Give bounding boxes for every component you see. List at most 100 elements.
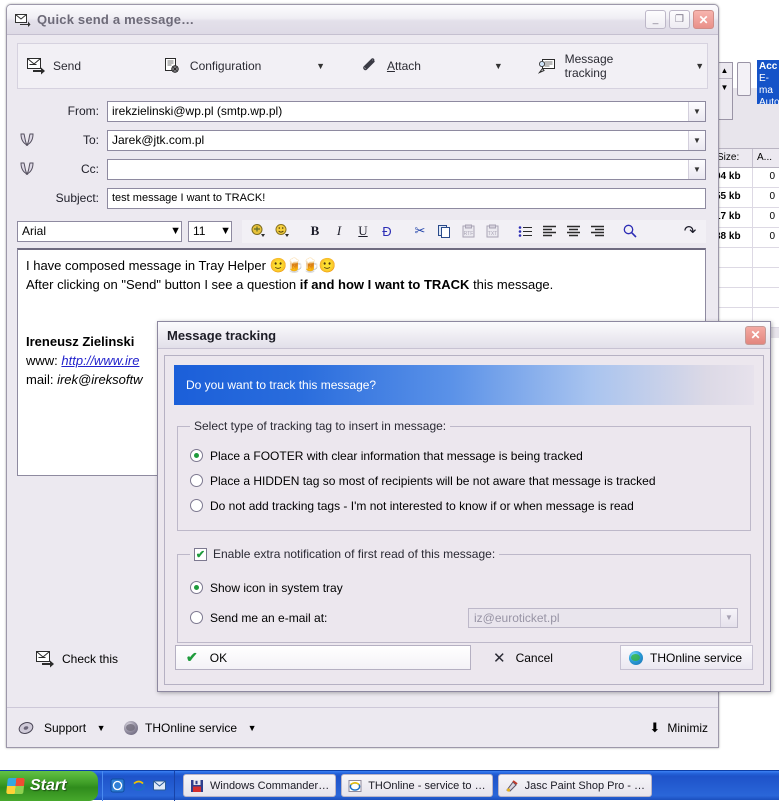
outlook-express-icon[interactable] — [151, 777, 168, 794]
ok-button[interactable]: ✔ OK — [175, 645, 471, 670]
highlight-color-icon[interactable] — [270, 221, 294, 242]
close-button[interactable]: ✕ — [693, 10, 714, 29]
column-header-a[interactable]: A... — [753, 149, 779, 167]
enable-extra-notification-checkbox[interactable]: ✔ — [194, 547, 207, 561]
scroll-down-icon[interactable]: ▼ — [717, 79, 732, 95]
chevron-down-icon[interactable]: ▼ — [92, 723, 110, 733]
internet-explorer-icon[interactable] — [130, 777, 147, 794]
italic-button[interactable]: I — [327, 221, 351, 242]
table-row[interactable] — [713, 248, 779, 268]
strikethrough-button[interactable]: Ð — [375, 221, 399, 242]
configuration-icon — [163, 57, 183, 75]
chevron-down-icon[interactable]: ▼ — [688, 101, 705, 121]
radio-system-tray-indicator[interactable] — [190, 581, 203, 594]
align-left-button[interactable] — [537, 221, 561, 242]
paperclip-icon — [360, 57, 380, 75]
maximize-button[interactable]: ❐ — [669, 10, 690, 29]
bullet-list-button[interactable] — [513, 221, 537, 242]
cut-button[interactable]: ✂ — [408, 221, 432, 242]
task-button-thonline[interactable]: THOnline - service to … — [341, 774, 493, 797]
chevron-down-icon[interactable]: ▼ — [688, 130, 705, 150]
scroll-up-icon[interactable]: ▲ — [717, 63, 732, 79]
font-family-value: Arial — [22, 224, 47, 238]
to-field[interactable]: Jarek@jtk.com.pl ▼ — [107, 129, 706, 151]
font-family-select[interactable]: Arial ▼ — [17, 220, 182, 242]
chevron-down-icon[interactable]: ▼ — [243, 723, 261, 733]
table-row[interactable]: 38 kb 0 — [713, 228, 779, 248]
radio-option-system-tray[interactable]: Show icon in system tray — [190, 575, 738, 600]
task-button-paint-shop-pro[interactable]: Jasc Paint Shop Pro - … — [497, 774, 653, 797]
table-row[interactable] — [713, 268, 779, 288]
thonline-label: THOnline service — [145, 720, 238, 735]
radio-option-footer[interactable]: Place a FOOTER with clear information th… — [190, 443, 738, 468]
subject-input[interactable]: test message I want to TRACK! — [107, 187, 706, 209]
svg-text:TXT: TXT — [487, 231, 496, 237]
toolbar-button-configuration[interactable]: Configuration — [155, 44, 269, 88]
copy-button[interactable] — [432, 221, 456, 242]
toolbar-label-message-tracking: Message tracking — [564, 52, 614, 80]
account-selected-item[interactable]: Acc E-ma Auto — [757, 60, 779, 104]
main-toolbar: Send Configuration ▼ Attach ▼ Message tr… — [17, 43, 708, 89]
table-row[interactable]: 04 kb 0 — [713, 168, 779, 188]
table-row[interactable]: 17 kb 0 — [713, 208, 779, 228]
underline-button[interactable]: U — [351, 221, 375, 242]
radio-email-indicator[interactable] — [190, 611, 203, 624]
table-row[interactable] — [713, 288, 779, 308]
toolbar-button-attach[interactable]: Attach — [352, 44, 429, 88]
close-icon[interactable]: ✕ — [745, 325, 766, 345]
bold-button[interactable]: B — [303, 221, 327, 242]
paste-txt-button[interactable]: TXT — [480, 221, 504, 242]
redo-button[interactable]: ↷ — [678, 221, 702, 242]
thonline-service-button[interactable]: THOnline service — [124, 720, 238, 735]
toolbar-button-message-tracking[interactable]: Message tracking — [530, 44, 657, 88]
dialog-titlebar[interactable]: Message tracking ✕ — [158, 322, 770, 349]
cell-a: 0 — [769, 231, 775, 242]
minimize-label: Minimiz — [667, 720, 708, 735]
cancel-button[interactable]: ✕ Cancel — [493, 649, 553, 667]
support-button[interactable]: Support — [17, 719, 86, 737]
radio-hidden-indicator[interactable] — [190, 474, 203, 487]
align-center-button[interactable] — [561, 221, 585, 242]
extra-notification-legend[interactable]: ✔ Enable extra notification of first rea… — [190, 547, 499, 561]
radio-option-none[interactable]: Do not add tracking tags - I'm not inter… — [190, 493, 738, 518]
from-field[interactable]: irekzielinski@wp.pl (smtp.wp.pl) ▼ — [107, 100, 706, 122]
address-book-icon[interactable] — [17, 159, 39, 179]
chevron-down-icon[interactable]: ▼ — [220, 225, 231, 237]
signature-www-link[interactable]: http://www.ire — [61, 353, 139, 368]
chevron-down-icon[interactable]: ▼ — [313, 61, 328, 71]
thonline-service-label: THOnline service — [650, 650, 743, 665]
check-this-button[interactable]: Check this — [35, 650, 118, 668]
column-header-size[interactable]: Size: — [713, 149, 753, 167]
radio-footer-label: Place a FOOTER with clear information th… — [210, 448, 583, 463]
chevron-down-icon[interactable]: ▼ — [688, 159, 705, 179]
show-desktop-icon[interactable] — [109, 777, 126, 794]
radio-option-email[interactable]: Send me an e-mail at: iz@euroticket.pl ▼ — [190, 605, 738, 630]
table-row[interactable]: 55 kb 0 — [713, 188, 779, 208]
text-color-icon[interactable] — [246, 221, 270, 242]
thonline-service-button[interactable]: THOnline service — [620, 645, 753, 670]
minimize-button[interactable]: _ — [645, 10, 666, 29]
window-titlebar[interactable]: Quick send a message… _ ❐ ✕ — [7, 5, 718, 35]
chevron-down-icon[interactable]: ▼ — [692, 61, 707, 71]
spellcheck-button[interactable] — [618, 221, 642, 242]
align-right-button[interactable] — [585, 221, 609, 242]
radio-none-indicator[interactable] — [190, 499, 203, 512]
cc-field[interactable]: ▼ — [107, 158, 706, 180]
task-button-windows-commander[interactable]: Windows Commander… — [183, 774, 337, 797]
formatting-toolbar: Arial ▼ 11 ▼ B I U Ð ✂ RTF TXT ↷ — [17, 219, 706, 243]
chevron-down-icon[interactable]: ▼ — [720, 608, 737, 627]
dialog-body: Do you want to track this message? Selec… — [164, 355, 764, 685]
paste-rtf-button[interactable]: RTF — [456, 221, 480, 242]
font-size-select[interactable]: 11 ▼ — [188, 220, 232, 242]
scroll-thumb[interactable] — [737, 62, 751, 96]
chevron-down-icon[interactable]: ▼ — [491, 61, 506, 71]
address-book-icon[interactable] — [17, 130, 39, 150]
minimize-to-tray-button[interactable]: ⬇ Minimiz — [649, 720, 708, 736]
radio-footer-indicator[interactable] — [190, 449, 203, 462]
chevron-down-icon[interactable]: ▼ — [170, 225, 181, 237]
radio-option-hidden[interactable]: Place a HIDDEN tag so most of recipients… — [190, 468, 738, 493]
dialog-buttons: ✔ OK ✕ Cancel THOnline service — [175, 645, 753, 670]
toolbar-button-send[interactable]: Send — [18, 44, 89, 88]
start-button[interactable]: Start — [0, 770, 98, 801]
notification-email-input[interactable]: iz@euroticket.pl ▼ — [468, 607, 738, 628]
